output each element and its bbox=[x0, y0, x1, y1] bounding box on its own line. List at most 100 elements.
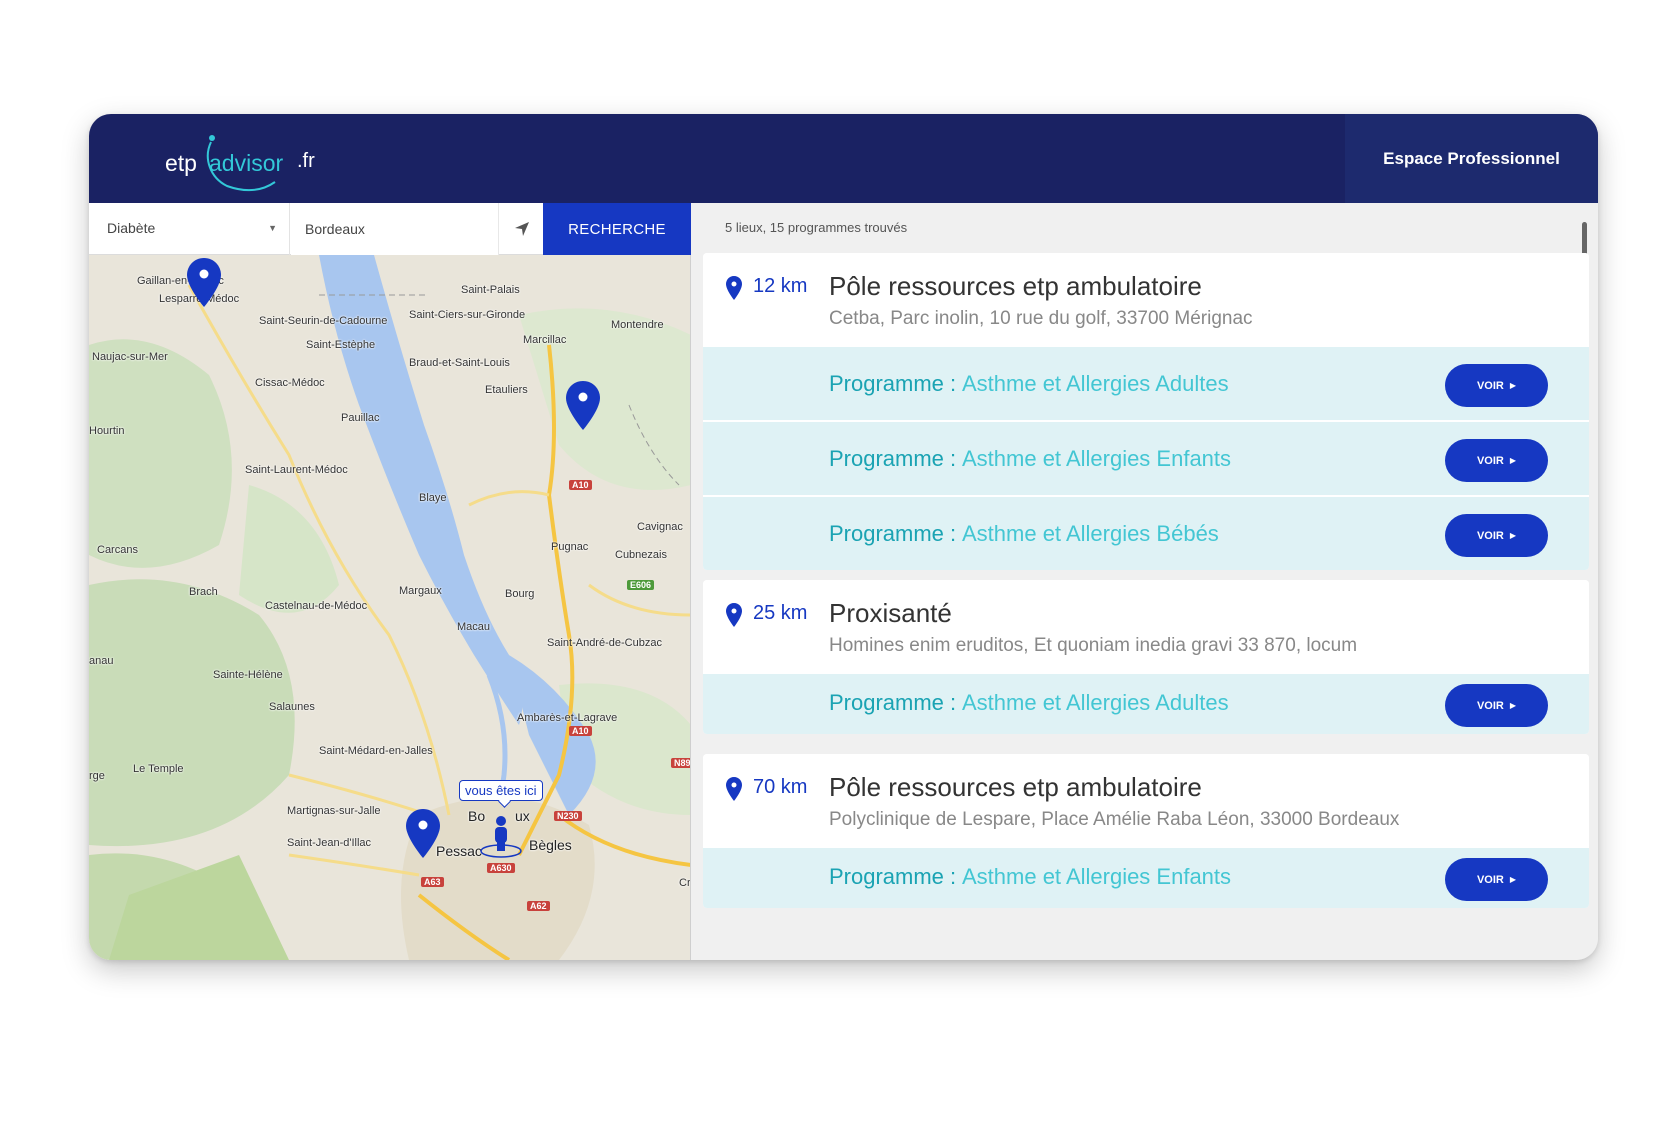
program-label: Programme : bbox=[829, 446, 957, 471]
you-are-here-tooltip: vous êtes ici bbox=[459, 780, 543, 801]
program-row: Programme : Asthme et Allergies Enfants … bbox=[703, 846, 1589, 908]
logo-advisor: advisor bbox=[209, 150, 284, 176]
road-shield: N89 bbox=[671, 758, 690, 768]
voir-label: VOIR bbox=[1476, 873, 1504, 886]
map-label: Castelnau-de-Médoc bbox=[265, 600, 368, 612]
app-window: etp advisor .fr Espace Professionnel Dia… bbox=[89, 114, 1598, 960]
place-card-header[interactable]: 70 km Pôle ressources etp ambulatoire Po… bbox=[703, 754, 1589, 846]
voir-button[interactable]: VOIR ▶ bbox=[1445, 514, 1548, 557]
place-card-header[interactable]: 25 km Proxisanté Homines enim eruditos, … bbox=[703, 580, 1589, 672]
caret-right-icon: ▶ bbox=[1509, 875, 1517, 884]
map-label: Marcillac bbox=[523, 334, 567, 346]
place-address: Polyclinique de Lespare, Place Amélie Ra… bbox=[829, 809, 1400, 830]
map-label: Brach bbox=[189, 586, 218, 598]
program-label: Programme : bbox=[829, 864, 957, 889]
map-marker-icon[interactable] bbox=[186, 257, 222, 309]
program-label: Programme : bbox=[829, 690, 957, 715]
map-label: Le Temple bbox=[133, 763, 184, 775]
road-shield: A63 bbox=[421, 877, 444, 887]
program-name: Asthme et Allergies Adultes bbox=[962, 690, 1229, 715]
espace-professionnel-button[interactable]: Espace Professionnel bbox=[1345, 114, 1598, 203]
map-label: Sainte-Hélène bbox=[213, 669, 283, 681]
map-label: Cissac-Médoc bbox=[255, 377, 325, 389]
program-row: Programme : Asthme et Allergies Bébés VO… bbox=[703, 495, 1589, 570]
map-label: Saint-Estèphe bbox=[306, 339, 376, 351]
voir-label: VOIR bbox=[1476, 699, 1504, 712]
search-button[interactable]: RECHERCHE bbox=[543, 203, 691, 255]
place-address: Cetba, Parc inolin, 10 rue du golf, 3370… bbox=[829, 308, 1253, 329]
map-label: Naujac-sur-Mer bbox=[92, 351, 168, 363]
map[interactable]: Gaillan-en-Médoc Lesparre-Médoc Saint-Pa… bbox=[89, 255, 691, 960]
map-label: Pugnac bbox=[551, 541, 589, 553]
map-label: Pauillac bbox=[341, 412, 380, 424]
road-shield: E606 bbox=[627, 580, 655, 590]
map-label: Macau bbox=[457, 621, 491, 633]
map-label: Cavignac bbox=[637, 521, 683, 533]
map-label: Saint-Médard-en-Jalles bbox=[319, 745, 433, 757]
voir-label: VOIR bbox=[1476, 379, 1504, 392]
map-label: Cubnezais bbox=[615, 549, 667, 561]
logo-fr: .fr bbox=[297, 150, 315, 172]
caret-right-icon: ▶ bbox=[1509, 456, 1517, 465]
place-card: 25 km Proxisanté Homines enim eruditos, … bbox=[703, 580, 1589, 734]
place-card-header[interactable]: 12 km Pôle ressources etp ambulatoire Ce… bbox=[703, 253, 1589, 345]
caret-right-icon: ▶ bbox=[1509, 701, 1517, 710]
place-address: Homines enim eruditos, Et quoniam inedia… bbox=[829, 635, 1358, 656]
program-name: Asthme et Allergies Bébés bbox=[962, 521, 1219, 546]
map-label: Saint-Palais bbox=[461, 284, 520, 296]
place-card: 12 km Pôle ressources etp ambulatoire Ce… bbox=[703, 253, 1589, 570]
location-pin-icon bbox=[726, 276, 742, 300]
program-name: Asthme et Allergies Enfants bbox=[962, 864, 1232, 889]
map-label: Saint-Jean-d'Illac bbox=[287, 837, 372, 849]
map-marker-icon[interactable] bbox=[405, 808, 441, 860]
results-panel: 5 lieux, 15 programmes trouvés 12 km Pôl… bbox=[692, 203, 1598, 960]
map-label: anau bbox=[89, 655, 114, 667]
map-label: Salaunes bbox=[269, 701, 315, 713]
program-label: Programme : bbox=[829, 371, 957, 396]
map-label: Braud-et-Saint-Louis bbox=[409, 357, 510, 369]
city-input[interactable] bbox=[291, 203, 498, 255]
map-label: Ambarès-et-Lagrave bbox=[517, 712, 618, 724]
category-select[interactable]: Diabète ▼ bbox=[89, 203, 290, 255]
map-label: Saint-Laurent-Médoc bbox=[245, 464, 348, 476]
header: etp advisor .fr Espace Professionnel bbox=[89, 114, 1598, 203]
location-arrow-icon bbox=[515, 222, 529, 236]
search-bar: Diabète ▼ RECHERCHE bbox=[89, 203, 691, 255]
map-label: Blaye bbox=[419, 492, 447, 504]
program-name: Asthme et Allergies Adultes bbox=[962, 371, 1229, 396]
location-pin-icon bbox=[726, 777, 742, 801]
voir-button[interactable]: VOIR ▶ bbox=[1445, 684, 1548, 727]
map-label: rge bbox=[89, 770, 105, 782]
geolocate-button[interactable] bbox=[498, 203, 544, 255]
map-label: Margaux bbox=[399, 585, 442, 597]
program-label: Programme : bbox=[829, 521, 957, 546]
program-row: Programme : Asthme et Allergies Adultes … bbox=[703, 672, 1589, 734]
results-count: 5 lieux, 15 programmes trouvés bbox=[725, 220, 908, 235]
place-name: Pôle ressources etp ambulatoire bbox=[829, 271, 1202, 301]
program-name: Asthme et Allergies Enfants bbox=[962, 446, 1232, 471]
map-label: Cr bbox=[679, 877, 691, 889]
road-shield: A10 bbox=[569, 726, 592, 736]
map-background bbox=[89, 255, 690, 960]
logo[interactable]: etp advisor .fr bbox=[165, 124, 335, 194]
map-label: Carcans bbox=[97, 544, 138, 556]
map-label: Martignas-sur-Jalle bbox=[287, 805, 381, 817]
voir-label: VOIR bbox=[1476, 529, 1504, 542]
voir-button[interactable]: VOIR ▶ bbox=[1445, 364, 1548, 407]
map-marker-icon[interactable] bbox=[565, 380, 601, 432]
logo-etp: etp bbox=[165, 150, 197, 176]
voir-button[interactable]: VOIR ▶ bbox=[1445, 858, 1548, 901]
road-shield: A10 bbox=[569, 480, 592, 490]
road-shield: A630 bbox=[487, 863, 515, 873]
road-shield: N230 bbox=[554, 811, 582, 821]
map-label: Hourtin bbox=[89, 425, 125, 437]
place-card: 70 km Pôle ressources etp ambulatoire Po… bbox=[703, 754, 1589, 908]
chevron-down-icon: ▼ bbox=[268, 223, 277, 233]
voir-button[interactable]: VOIR ▶ bbox=[1445, 439, 1548, 482]
place-distance: 70 km bbox=[753, 776, 808, 798]
caret-right-icon: ▶ bbox=[1509, 381, 1517, 390]
map-label: Bourg bbox=[505, 588, 535, 600]
voir-label: VOIR bbox=[1476, 454, 1504, 467]
user-location-icon bbox=[480, 816, 522, 858]
place-name: Pôle ressources etp ambulatoire bbox=[829, 772, 1202, 802]
